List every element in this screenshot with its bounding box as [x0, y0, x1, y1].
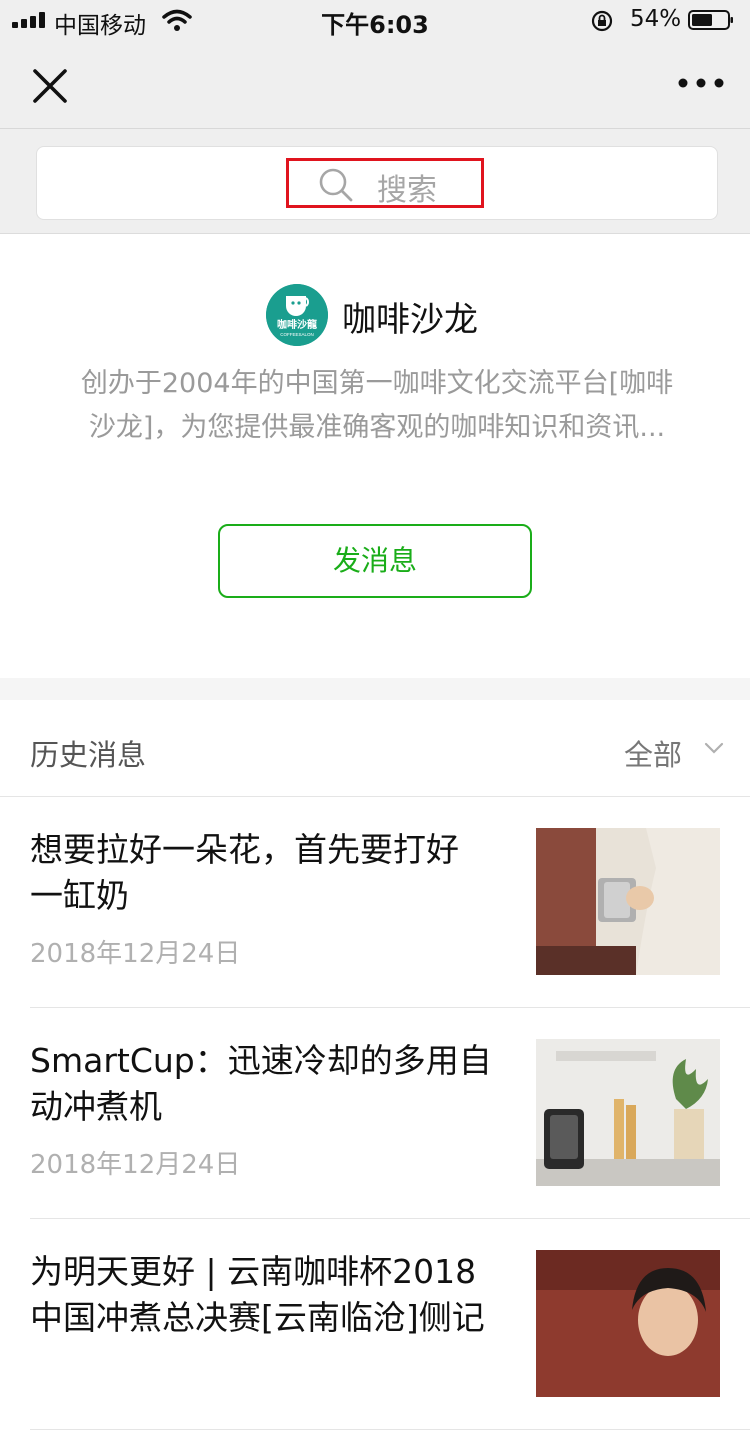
article-title: 想要拉好一朵花，首先要打好 一缸奶 — [30, 827, 510, 919]
article-date: 2018年12月24日 — [30, 1150, 241, 1180]
battery-icon — [688, 10, 733, 30]
logo-text: 咖啡沙龍 — [277, 318, 317, 331]
send-message-button[interactable]: 发消息 — [218, 524, 532, 598]
search-input[interactable]: 搜索 — [36, 146, 718, 220]
nav-bar — [0, 40, 750, 129]
article-title: 为明天更好 | 云南咖啡杯2018 中国冲煮总决赛[云南临沧]侧记 — [30, 1249, 510, 1341]
search-area: 搜索 — [0, 129, 750, 234]
article-date: 2018年12月24日 — [30, 939, 241, 969]
article-title: SmartCup：迅速冷却的多用自 动冲煮机 — [30, 1038, 510, 1130]
article-thumbnail — [536, 828, 720, 975]
more-icon[interactable] — [676, 76, 726, 90]
article-thumbnail — [536, 1250, 720, 1397]
status-bar: 中国移动 下午6:03 54% — [0, 0, 750, 40]
article-title-line: 想要拉好一朵花，首先要打好 — [30, 830, 459, 869]
rotation-lock-icon — [591, 10, 613, 32]
search-placeholder: 搜索 — [377, 173, 437, 208]
description-line: 创办于2004年的中国第一咖啡文化交流平台[咖啡 — [80, 368, 674, 399]
search-icon — [319, 168, 353, 202]
article-title-line: 一缸奶 — [30, 876, 129, 915]
article-title-line: 中国冲煮总决赛[云南临沧]侧记 — [30, 1298, 485, 1337]
article-item[interactable]: 想要拉好一朵花，首先要打好 一缸奶 2018年12月24日 — [0, 797, 750, 1008]
history-title: 历史消息 — [30, 738, 147, 772]
article-title-line: 动冲煮机 — [30, 1087, 162, 1126]
article-thumbnail — [536, 1039, 720, 1186]
filter-dropdown[interactable]: 全部 — [624, 732, 682, 774]
description-line: 沙龙]，为您提供最准确客观的咖啡知识和资讯... — [88, 412, 666, 443]
history-header: 历史消息 全部 — [0, 700, 750, 797]
battery-percent: 54% — [630, 6, 682, 32]
account-name: 咖啡沙龙 — [342, 300, 478, 340]
article-title-line: SmartCup：迅速冷却的多用自 — [30, 1041, 492, 1080]
account-logo: 咖啡沙龍 COFFEESALON — [266, 284, 328, 346]
article-title-line: 为明天更好 | 云南咖啡杯2018 — [30, 1252, 477, 1291]
account-description: 创办于2004年的中国第一咖啡文化交流平台[咖啡 沙龙]，为您提供最准确客观的咖… — [42, 362, 712, 450]
article-item[interactable]: 为明天更好 | 云南咖啡杯2018 中国冲煮总决赛[云南临沧]侧记 — [0, 1219, 750, 1430]
chevron-down-icon[interactable] — [702, 736, 726, 760]
account-profile: 咖啡沙龍 COFFEESALON 咖啡沙龙 创办于2004年的中国第一咖啡文化交… — [0, 234, 750, 678]
article-item[interactable]: SmartCup：迅速冷却的多用自 动冲煮机 2018年12月24日 — [0, 1008, 750, 1219]
close-icon[interactable] — [30, 66, 70, 106]
section-gap — [0, 678, 750, 700]
logo-subtext: COFFEESALON — [280, 332, 314, 337]
